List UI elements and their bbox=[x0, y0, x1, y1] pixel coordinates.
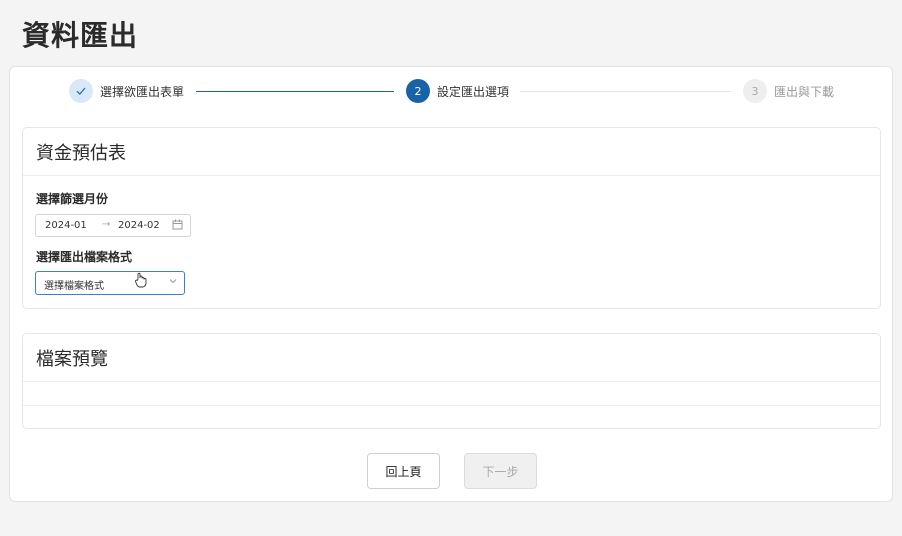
step-1-label: 選擇欲匯出表單 bbox=[100, 84, 185, 99]
step-connector-1 bbox=[196, 91, 394, 92]
range-start-input[interactable]: 2024-01 bbox=[45, 220, 87, 231]
settings-card: 資金預估表 選擇篩選月份 2024-01 → 2024-02 選擇匯出檔案格式 … bbox=[22, 127, 881, 309]
step-2-number: 2 bbox=[406, 79, 430, 103]
range-end-input[interactable]: 2024-02 bbox=[118, 220, 160, 231]
preview-card: 檔案預覽 bbox=[22, 333, 881, 429]
back-button[interactable]: 回上頁 bbox=[367, 453, 440, 489]
month-filter-label: 選擇篩選月份 bbox=[36, 192, 109, 206]
hand-pointer-icon bbox=[134, 272, 148, 291]
arrow-right-icon: → bbox=[102, 219, 111, 230]
page-title: 資料匯出 bbox=[22, 19, 139, 52]
next-button[interactable]: 下一步 bbox=[464, 453, 537, 489]
calendar-icon[interactable] bbox=[172, 219, 183, 233]
settings-card-title: 資金預估表 bbox=[23, 128, 880, 176]
step-3-label: 匯出與下載 bbox=[774, 84, 835, 99]
check-icon bbox=[69, 79, 93, 103]
format-label: 選擇匯出檔案格式 bbox=[36, 250, 133, 264]
format-select[interactable]: 選擇檔案格式 bbox=[35, 271, 185, 295]
preview-row bbox=[23, 382, 880, 406]
preview-card-title: 檔案預覽 bbox=[23, 334, 880, 382]
format-select-value: 選擇檔案格式 bbox=[44, 281, 104, 292]
step-3: 3 匯出與下載 bbox=[743, 79, 834, 103]
step-2-label: 設定匯出選項 bbox=[437, 84, 510, 99]
step-1: 選擇欲匯出表單 bbox=[69, 79, 184, 103]
export-panel: 選擇欲匯出表單 2 設定匯出選項 3 匯出與下載 資金預估表 選擇篩選月份 20… bbox=[9, 66, 893, 502]
month-range-picker[interactable]: 2024-01 → 2024-02 bbox=[35, 214, 191, 237]
step-3-number: 3 bbox=[743, 79, 767, 103]
step-2: 2 設定匯出選項 bbox=[406, 79, 509, 103]
step-connector-2 bbox=[520, 91, 731, 92]
chevron-down-icon bbox=[168, 276, 178, 289]
